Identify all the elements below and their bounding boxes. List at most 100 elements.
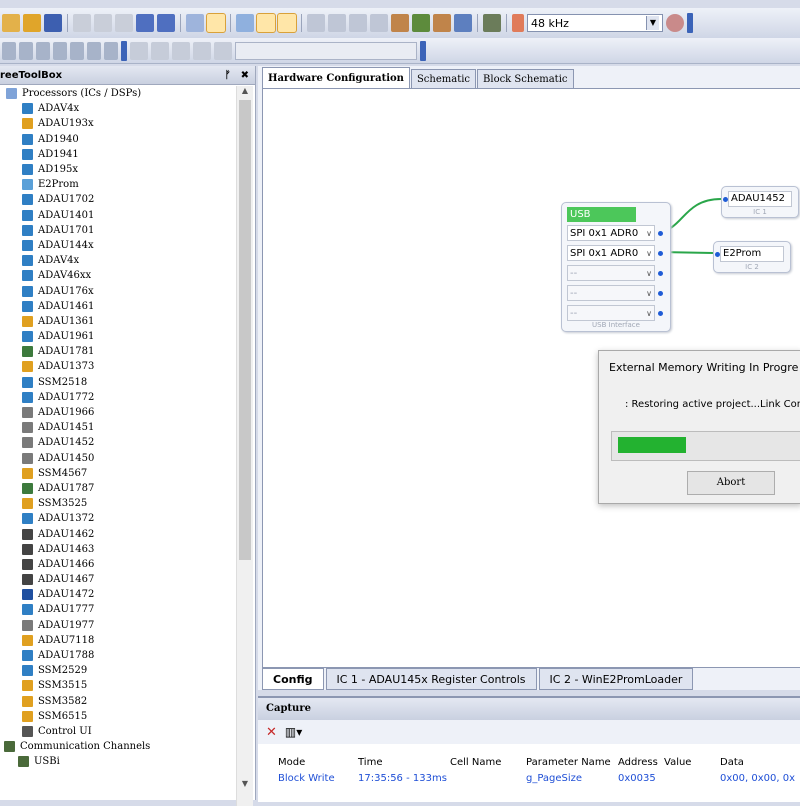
align5-icon[interactable] xyxy=(70,41,84,60)
chevron-down-icon[interactable]: ∨ xyxy=(646,306,652,322)
download-icon[interactable] xyxy=(277,13,297,33)
ic1-pin[interactable] xyxy=(723,197,728,202)
toolbox-item[interactable]: ADAU1701 xyxy=(0,223,236,238)
flow-icon[interactable] xyxy=(370,14,388,32)
toolbox-item[interactable]: ADAU1772 xyxy=(0,390,236,405)
capture-column-header[interactable]: Address xyxy=(618,757,664,768)
wave-icon[interactable] xyxy=(391,14,409,32)
toolbox-item[interactable]: ADAU1966 xyxy=(0,405,236,420)
tab-config[interactable]: Config xyxy=(262,668,324,690)
capture-column-header[interactable]: Data xyxy=(720,757,800,768)
redo-icon[interactable] xyxy=(157,14,175,32)
tab-hardware-configuration[interactable]: Hardware Configuration xyxy=(262,67,410,88)
usb-port-3[interactable]: -- ∨ xyxy=(567,265,655,281)
toolbox-item[interactable]: ADAU193x xyxy=(0,116,236,131)
toolbox-item[interactable]: Control UI xyxy=(0,724,236,739)
toolbox-item[interactable]: E2Prom xyxy=(0,177,236,192)
toolbox-item[interactable]: SSM6515 xyxy=(0,709,236,724)
wave2-icon[interactable] xyxy=(412,14,430,32)
link-compile-icon[interactable] xyxy=(256,13,276,33)
scroll-down-icon[interactable]: ▼ xyxy=(237,779,253,788)
toolbox-item[interactable]: ADAU1977 xyxy=(0,618,236,633)
toolbox-item[interactable]: SSM3582 xyxy=(0,694,236,709)
usb-interface-block[interactable]: USB SPI 0x1 ADR0 ∨ SPI 0x1 ADR0 ∨ -- ∨ -- ∨ … xyxy=(561,202,671,332)
capture-column-header[interactable]: Time xyxy=(358,757,450,768)
close-icon[interactable]: ✖ xyxy=(241,70,249,81)
toolbox-item[interactable]: ADAU1372 xyxy=(0,511,236,526)
block2-icon[interactable] xyxy=(349,14,367,32)
toolbox-scrollbar[interactable]: ▲ ▼ xyxy=(236,86,253,806)
chevron-down-icon[interactable]: ∨ xyxy=(646,226,652,242)
capture-column-header[interactable]: Value xyxy=(664,757,720,768)
align-icon[interactable] xyxy=(2,41,16,60)
toolbox-item[interactable]: ADAV4x xyxy=(0,253,236,268)
scrollbar-thumb[interactable] xyxy=(239,100,251,560)
undo-icon[interactable] xyxy=(136,14,154,32)
toolbox-item[interactable]: ADAU1702 xyxy=(0,192,236,207)
ic2-block[interactable]: E2Prom IC 2 xyxy=(713,241,791,273)
pin-icon[interactable]: ᚠ xyxy=(225,70,231,81)
columns-icon[interactable]: ▥▾ xyxy=(285,725,302,739)
toolbox-item[interactable]: ADAU1472 xyxy=(0,587,236,602)
toolbox-item[interactable]: ADAV46xx xyxy=(0,268,236,283)
usb-port-4[interactable]: -- ∨ xyxy=(567,285,655,301)
format2-icon[interactable] xyxy=(151,41,169,60)
scroll-up-icon[interactable]: ▲ xyxy=(237,86,253,95)
ic1-block[interactable]: ADAU1452 IC 1 xyxy=(721,186,799,218)
tab-schematic[interactable]: Schematic xyxy=(410,69,477,88)
grid-icon[interactable] xyxy=(186,14,204,32)
toolbox-item[interactable]: ADAU1463 xyxy=(0,542,236,557)
toolbox-item[interactable]: ADAU1777 xyxy=(0,602,236,617)
toolbox-item[interactable]: ADAU1401 xyxy=(0,208,236,223)
format3-icon[interactable] xyxy=(172,41,190,60)
toolbox-item[interactable]: ADAU1466 xyxy=(0,557,236,572)
port-pin[interactable] xyxy=(658,291,663,296)
tab-ic1-register-controls[interactable]: IC 1 - ADAU145x Register Controls xyxy=(325,668,537,690)
pointer-icon[interactable] xyxy=(206,13,226,33)
port-pin[interactable] xyxy=(658,231,663,236)
toolbox-item[interactable]: ADAU1461 xyxy=(0,299,236,314)
toolbar-grip[interactable] xyxy=(687,13,693,33)
toolbox-item[interactable]: ADAU1787 xyxy=(0,481,236,496)
abort-button[interactable]: Abort xyxy=(687,471,775,495)
tree-usb[interactable]: USBi xyxy=(0,754,236,769)
usb-port-5[interactable]: -- ∨ xyxy=(567,305,655,321)
format-icon[interactable] xyxy=(130,41,148,60)
zoom-icon[interactable] xyxy=(214,41,232,60)
probe-icon[interactable] xyxy=(454,14,472,32)
toolbox-item[interactable]: SSM3515 xyxy=(0,678,236,693)
toolbox-item[interactable]: ADAU1373 xyxy=(0,359,236,374)
toolbox-item[interactable]: ADAV4x xyxy=(0,101,236,116)
toolbox-item[interactable]: SSM3525 xyxy=(0,496,236,511)
chevron-down-icon[interactable]: ∨ xyxy=(646,266,652,282)
port-pin[interactable] xyxy=(658,271,663,276)
chevron-down-icon[interactable]: ▼ xyxy=(646,16,659,30)
toolbox-item[interactable]: ADAU1450 xyxy=(0,451,236,466)
toolbar-grip[interactable] xyxy=(420,40,426,61)
tree-root[interactable]: Processors (ICs / DSPs) xyxy=(0,86,236,101)
toolbox-item[interactable]: ADAU1961 xyxy=(0,329,236,344)
tree-icon[interactable] xyxy=(483,14,501,32)
port-pin[interactable] xyxy=(658,311,663,316)
cut-icon[interactable] xyxy=(73,14,91,32)
new-icon[interactable] xyxy=(2,14,20,32)
rotate-icon[interactable] xyxy=(307,14,325,32)
ic2-pin[interactable] xyxy=(715,252,720,257)
toolbox-item[interactable]: AD1941 xyxy=(0,147,236,162)
usb-port-1[interactable]: SPI 0x1 ADR0 ∨ xyxy=(567,225,655,241)
toolbar-grip[interactable] xyxy=(121,40,127,61)
toolbox-item[interactable]: ADAU1451 xyxy=(0,420,236,435)
block-icon[interactable] xyxy=(328,14,346,32)
align3-icon[interactable] xyxy=(36,41,50,60)
wave3-icon[interactable] xyxy=(433,14,451,32)
toolbox-item[interactable]: ADAU1462 xyxy=(0,526,236,541)
toolbox-item[interactable]: ADAU1467 xyxy=(0,572,236,587)
toolbox-item[interactable]: ADAU1452 xyxy=(0,435,236,450)
layout-icon[interactable] xyxy=(236,14,254,32)
align7-icon[interactable] xyxy=(104,41,118,60)
copy-icon[interactable] xyxy=(94,14,112,32)
align4-icon[interactable] xyxy=(53,41,67,60)
toolbox-item[interactable]: SSM2529 xyxy=(0,663,236,678)
open-icon[interactable] xyxy=(23,14,41,32)
sample-rate-select[interactable]: 48 kHz ▼ xyxy=(527,14,663,32)
